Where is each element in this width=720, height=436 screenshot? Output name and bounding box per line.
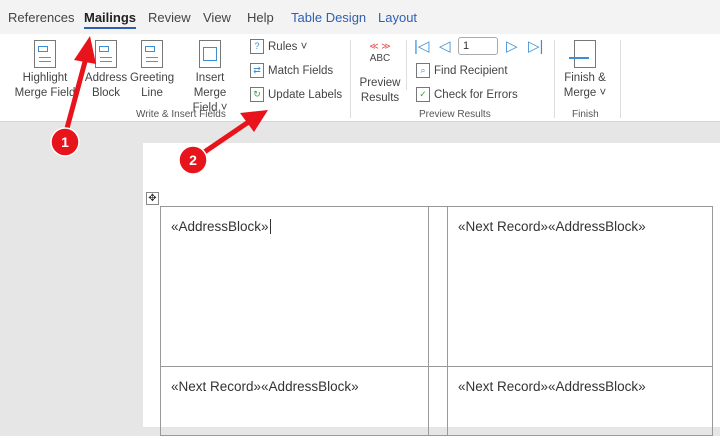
annotation-layer: 1 2 [50, 36, 268, 175]
annotation-number: 2 [189, 152, 197, 168]
annotation-arrow-2: 2 [178, 110, 268, 175]
annotation-number: 1 [61, 134, 69, 150]
annotation-arrow-1: 1 [50, 36, 96, 157]
